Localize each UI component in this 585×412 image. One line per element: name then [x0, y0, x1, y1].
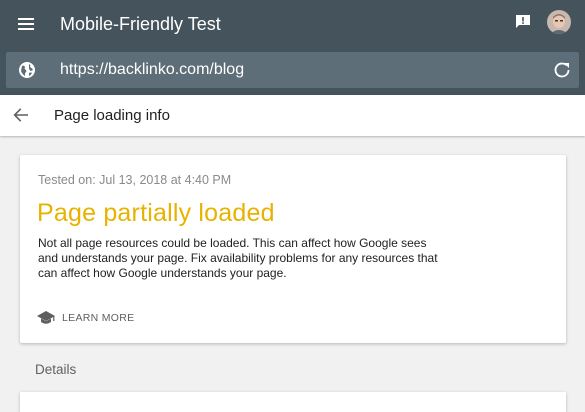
status-heading: Page partially loaded: [37, 199, 275, 227]
learn-more-label: LEARN MORE: [62, 312, 135, 324]
back-arrow-icon[interactable]: [12, 106, 30, 124]
feedback-button[interactable]: [511, 10, 535, 34]
details-heading: Details: [35, 362, 77, 377]
url-bar: [6, 52, 579, 88]
url-input[interactable]: [60, 52, 530, 88]
globe-icon: [19, 62, 35, 78]
graduation-cap-icon: [37, 311, 55, 324]
learn-more-button[interactable]: LEARN MORE: [37, 308, 134, 328]
status-description: Not all page resources could be loaded. …: [38, 236, 438, 280]
feedback-icon: [516, 15, 530, 28]
tested-on-text: Tested on: Jul 13, 2018 at 4:40 PM: [38, 173, 232, 187]
app-title: Mobile-Friendly Test: [60, 14, 221, 34]
user-avatar[interactable]: [547, 10, 571, 34]
details-card: [20, 392, 566, 412]
avatar-icon: [547, 10, 571, 34]
page-header: Page loading info: [0, 95, 585, 136]
result-card: Tested on: Jul 13, 2018 at 4:40 PM Page …: [20, 155, 566, 343]
refresh-icon[interactable]: [553, 61, 571, 79]
menu-button[interactable]: [14, 12, 38, 36]
app-bar: Mobile-Friendly Test: [0, 0, 585, 95]
page-title: Page loading info: [54, 107, 170, 124]
hamburger-menu-icon: [18, 18, 34, 30]
